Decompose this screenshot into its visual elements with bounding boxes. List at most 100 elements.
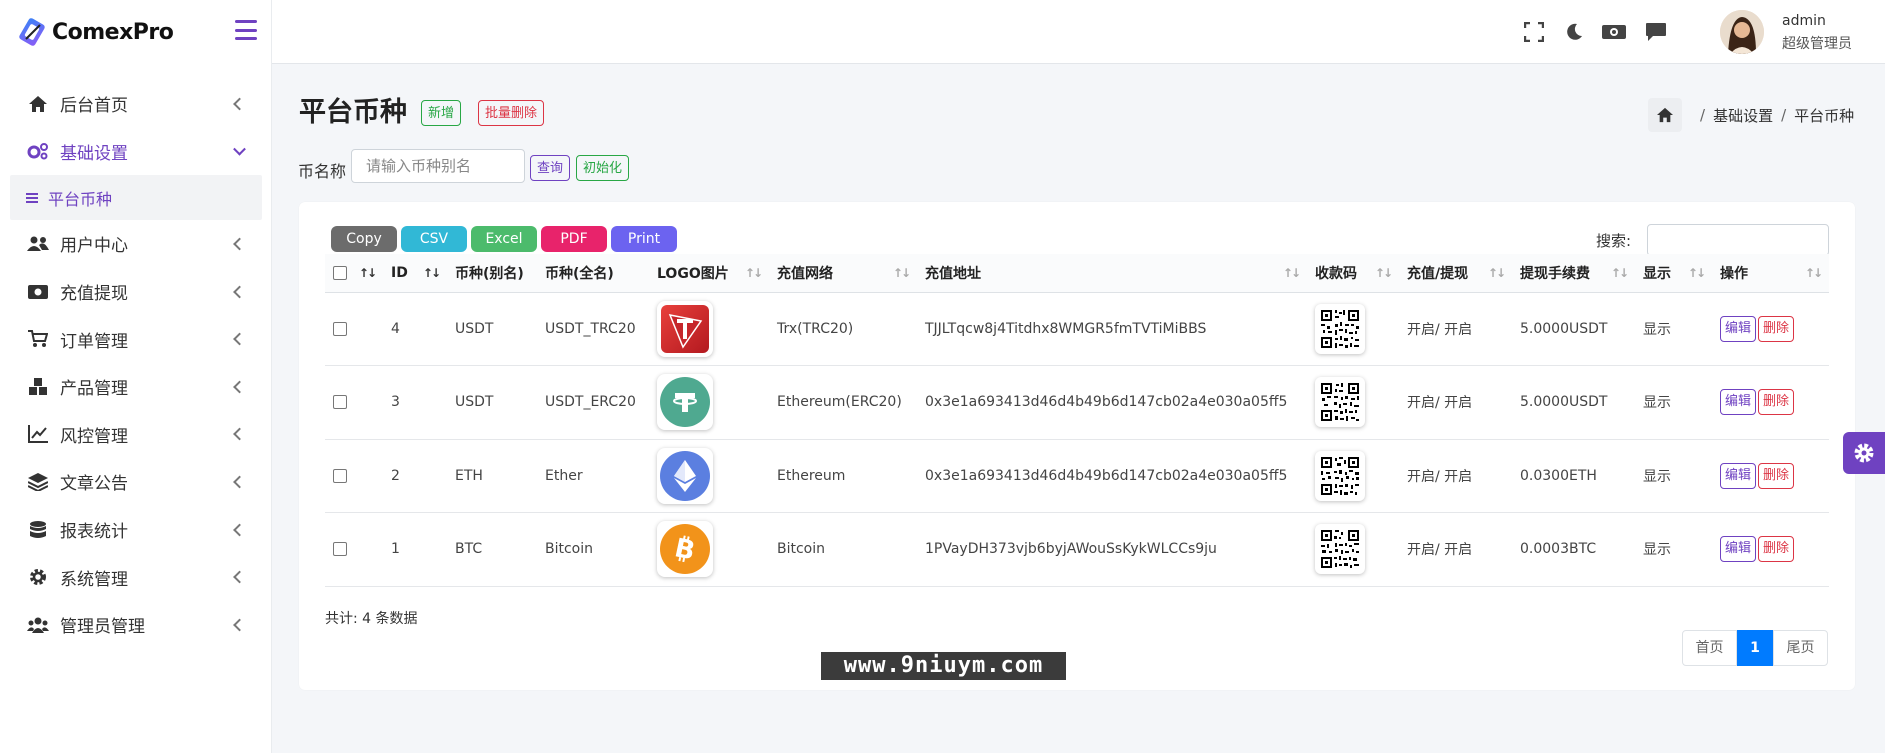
column-header[interactable]: 币种(别名) [447,254,537,293]
pdf-button[interactable]: PDF [541,226,607,252]
qr-code-icon[interactable] [1315,303,1365,354]
table-header-row: ↑↓ ID ↑↓ 币种(别名) 币种(全名) LOGO图片 ↑↓ 充值网络 ↑↓ 充值… [325,254,1829,293]
sidebar-item-label: 报表统计 [60,522,128,543]
total-count: 共计: 4 条数据 [325,611,418,627]
qr-code-icon[interactable] [1315,524,1365,575]
copy-button[interactable]: Copy [331,226,397,252]
sort-icon[interactable]: ↑↓ [1805,266,1823,280]
cell-full-name: USDT_TRC20 [537,292,649,366]
column-header[interactable]: 显示 ↑↓ [1635,254,1712,293]
delete-button[interactable]: 删除 [1758,389,1795,416]
cell-show: 显示 [1635,365,1712,440]
sidebar: ComexPro 后台首页 基础设置 平台币种 用户中心 充值提现 订单管理 产… [0,0,272,753]
fullscreen-icon[interactable] [1523,21,1546,44]
print-button[interactable]: Print [611,226,677,252]
home-icon[interactable] [1648,98,1682,132]
cell-status: 开启/ 开启 [1399,365,1512,440]
sidebar-item-basic-settings[interactable]: 基础设置 [10,128,262,176]
cell-id: 3 [383,365,447,440]
moon-icon[interactable] [1564,22,1586,44]
sort-icon[interactable]: ↑↓ [1375,266,1393,280]
delete-button[interactable]: 删除 [1758,536,1795,563]
sort-icon[interactable]: ↑↓ [745,266,763,280]
edit-button[interactable]: 编辑 [1720,389,1757,416]
batch-delete-button[interactable]: 批量删除 [478,100,545,126]
user-group-icon [26,614,50,636]
first-page-button[interactable]: 首页 [1682,630,1737,666]
page-number-button[interactable]: 1 [1737,630,1773,666]
query-button[interactable]: 查询 [530,155,571,181]
chevron-left-icon [233,380,246,394]
select-all-checkbox[interactable] [333,265,347,280]
cell-full-name: Bitcoin [537,512,649,587]
comment-icon[interactable] [1645,22,1667,44]
cell-full-name: Ether [537,439,649,513]
qr-code-icon[interactable] [1315,377,1365,428]
currency-name-input[interactable] [351,149,525,183]
column-header[interactable]: ID ↑↓ [383,254,447,293]
row-checkbox[interactable] [333,321,347,336]
column-header[interactable]: 提现手续费 ↑↓ [1512,254,1635,293]
column-header[interactable]: 币种(全名) [537,254,649,293]
sort-icon[interactable]: ↑↓ [423,266,441,280]
search-input[interactable] [1647,224,1829,256]
add-button[interactable]: 新增 [421,100,462,126]
sidebar-item-admins[interactable]: 管理员管理 [10,601,262,649]
column-header[interactable]: 充值地址 ↑↓ [917,254,1307,293]
sidebar-item-dashboard[interactable]: 后台首页 [10,80,262,128]
sort-icon[interactable]: ↑↓ [1283,266,1301,280]
row-checkbox[interactable] [333,395,347,410]
sidebar-item-reports[interactable]: 报表统计 [10,506,262,554]
sort-icon[interactable]: ↑↓ [1488,266,1506,280]
tether-icon [657,374,713,431]
sidebar-item-system[interactable]: 系统管理 [10,553,262,601]
search-label: 搜索: [1596,232,1632,250]
row-checkbox[interactable] [333,542,347,557]
edit-button[interactable]: 编辑 [1720,462,1757,489]
delete-button[interactable]: 删除 [1758,315,1795,342]
money-bill-icon[interactable] [1602,22,1626,44]
column-header[interactable]: 收款码 ↑↓ [1307,254,1399,293]
sidebar-item-risk-control[interactable]: 风控管理 [10,411,262,459]
sort-icon[interactable]: ↑↓ [893,266,911,280]
edit-button[interactable]: 编辑 [1720,536,1757,563]
qr-code-icon[interactable] [1315,450,1365,501]
excel-button[interactable]: Excel [471,226,537,252]
cell-id: 4 [383,292,447,366]
settings-gear-icon[interactable] [1843,432,1885,474]
sort-icon[interactable]: ↑↓ [359,266,377,280]
breadcrumb-current: 平台币种 [1794,106,1855,125]
brand-name: ComexPro [52,19,174,45]
sidebar-item-label: 用户中心 [60,236,128,257]
csv-button[interactable]: CSV [401,226,467,252]
cell-status: 开启/ 开启 [1399,292,1512,366]
cell-fee: 0.0003BTC [1512,512,1635,587]
menu-toggle-icon[interactable] [235,20,257,40]
avatar[interactable] [1720,10,1764,54]
chevron-left-icon [233,618,246,632]
brand-logo-icon [18,17,48,47]
sidebar-item-deposit-withdraw[interactable]: 充值提现 [10,268,262,316]
money-icon [26,281,50,303]
sidebar-item-orders[interactable]: 订单管理 [10,315,262,363]
bitcoin-icon: B [657,521,713,578]
sidebar-subitem-platform-currency[interactable]: 平台币种 [10,175,262,221]
sidebar-item-user-center[interactable]: 用户中心 [10,220,262,268]
column-header[interactable]: 操作 ↑↓ [1712,254,1829,293]
delete-button[interactable]: 删除 [1758,462,1795,489]
sort-icon[interactable]: ↑↓ [1611,266,1629,280]
cell-address: 0x3e1a693413d46d4b49b6d147cb02a4e030a05f… [917,439,1307,513]
column-header[interactable]: 充值网络 ↑↓ [769,254,917,293]
sidebar-item-products[interactable]: 产品管理 [10,363,262,411]
breadcrumb-separator: / [1700,106,1706,124]
breadcrumb-item[interactable]: 基础设置 [1713,105,1773,126]
edit-button[interactable]: 编辑 [1720,315,1757,342]
init-button[interactable]: 初始化 [576,155,630,181]
sort-icon[interactable]: ↑↓ [1688,266,1706,280]
last-page-button[interactable]: 尾页 [1773,630,1828,666]
row-checkbox[interactable] [333,468,347,483]
sidebar-item-label: 风控管理 [60,426,128,447]
sidebar-item-articles[interactable]: 文章公告 [10,458,262,506]
column-header[interactable]: LOGO图片 ↑↓ [649,254,769,293]
column-header[interactable]: 充值/提现 ↑↓ [1399,254,1512,293]
